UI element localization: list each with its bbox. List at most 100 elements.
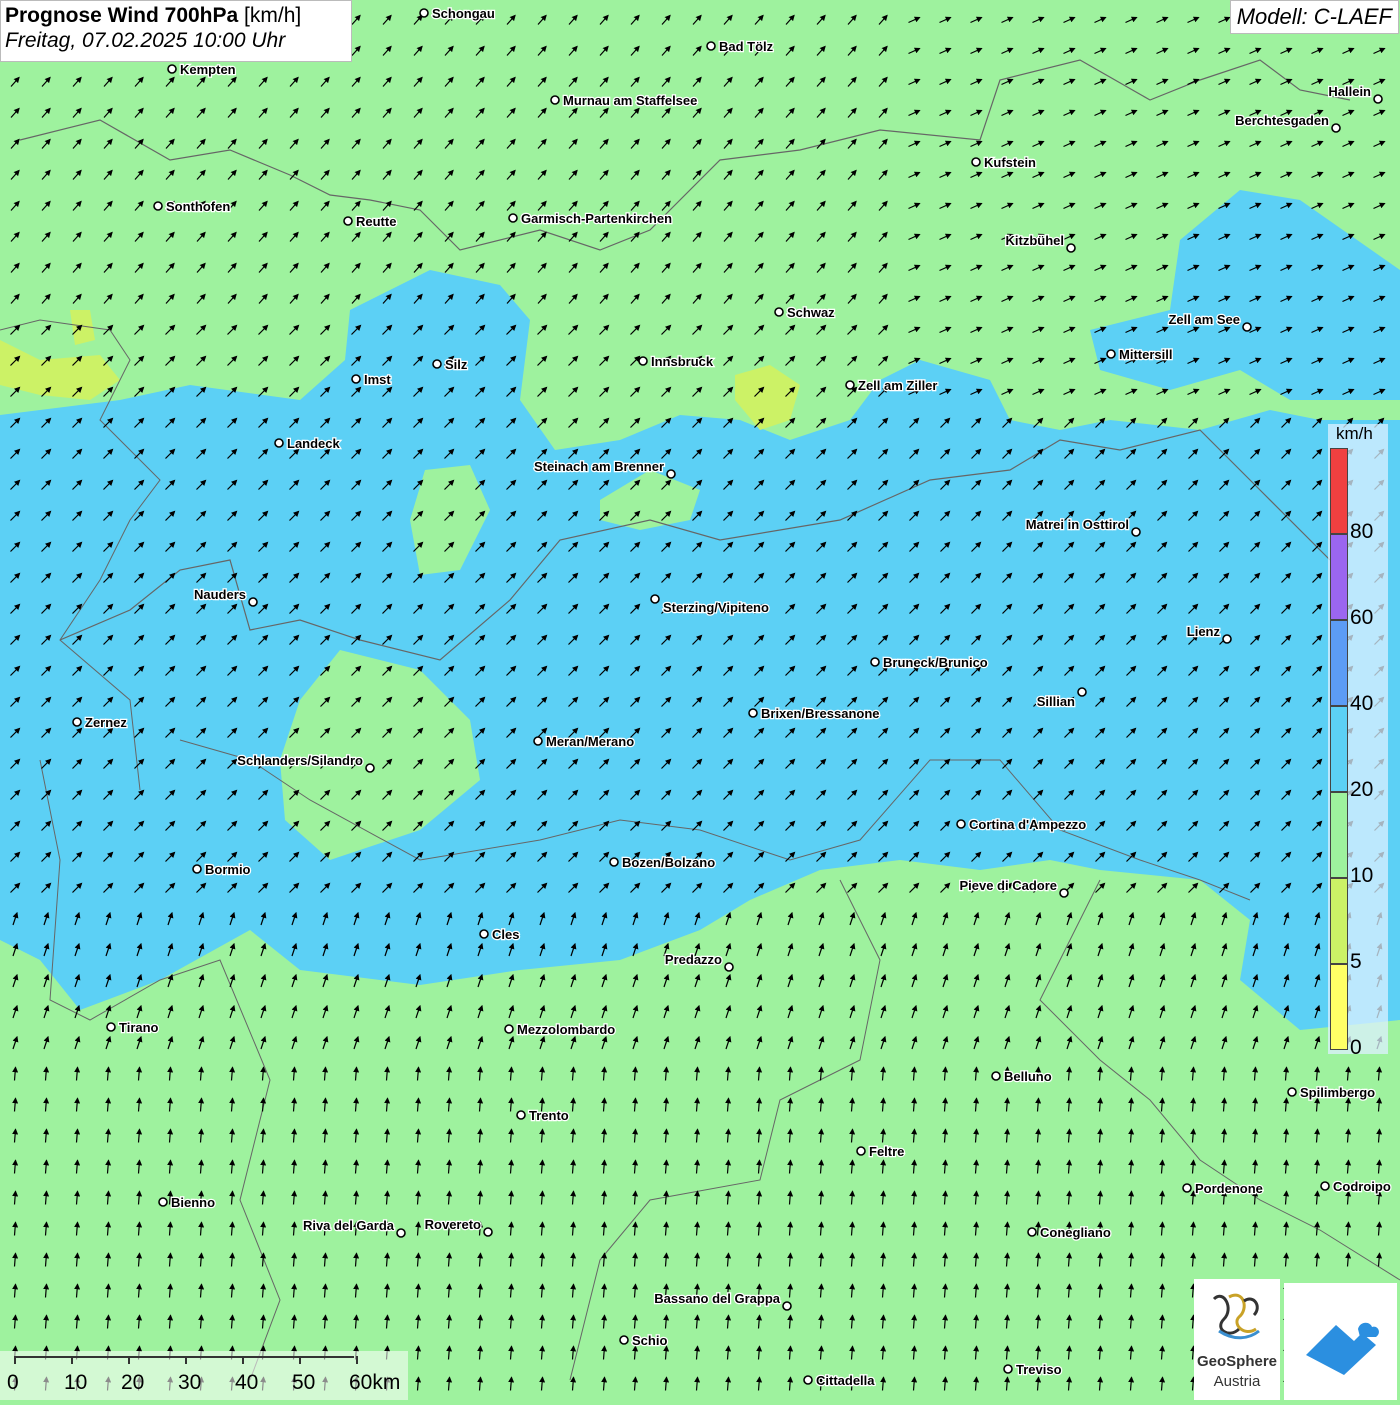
city-marker[interactable] bbox=[533, 736, 543, 746]
legend-tick-label: 40 bbox=[1350, 692, 1374, 715]
city-marker[interactable] bbox=[774, 307, 784, 317]
city-marker[interactable] bbox=[274, 438, 284, 448]
city-marker[interactable] bbox=[1331, 123, 1341, 133]
city-marker[interactable] bbox=[748, 708, 758, 718]
city-marker[interactable] bbox=[1287, 1087, 1297, 1097]
city-marker[interactable] bbox=[516, 1110, 526, 1120]
scale-label: 30 bbox=[178, 1371, 202, 1394]
geosphere-emblem-icon bbox=[1212, 1293, 1260, 1340]
city-marker[interactable] bbox=[1320, 1181, 1330, 1191]
scale-tick bbox=[71, 1356, 73, 1364]
title-unit: [km/h] bbox=[244, 4, 302, 27]
city-marker[interactable] bbox=[343, 216, 353, 226]
city-label: Belluno bbox=[1004, 1069, 1052, 1084]
city-marker[interactable] bbox=[1066, 243, 1076, 253]
map-title: Prognose Wind 700hPa [km/h] bbox=[5, 4, 347, 28]
city-marker[interactable] bbox=[845, 380, 855, 390]
city-marker[interactable] bbox=[1373, 94, 1383, 104]
city-label: Hallein bbox=[1328, 84, 1371, 99]
scale-tick bbox=[299, 1356, 301, 1364]
city-marker[interactable] bbox=[1222, 634, 1232, 644]
city-marker[interactable] bbox=[619, 1335, 629, 1345]
app-logo[interactable] bbox=[1284, 1283, 1397, 1400]
legend-color-bin bbox=[1330, 448, 1348, 534]
city-label: Trento bbox=[529, 1108, 569, 1123]
city-marker[interactable] bbox=[72, 717, 82, 727]
city-marker[interactable] bbox=[1131, 527, 1141, 537]
legend-unit: km/h bbox=[1336, 424, 1373, 443]
city-marker[interactable] bbox=[856, 1146, 866, 1156]
city-marker[interactable] bbox=[483, 1227, 493, 1237]
city-marker[interactable] bbox=[1106, 349, 1116, 359]
city-marker[interactable] bbox=[803, 1375, 813, 1385]
city-label: Bienno bbox=[171, 1195, 215, 1210]
legend-color-bin bbox=[1330, 964, 1348, 1050]
city-marker[interactable] bbox=[1059, 888, 1069, 898]
city-label: Imst bbox=[364, 372, 391, 387]
city-marker[interactable] bbox=[158, 1197, 168, 1207]
city-label: Sillian bbox=[1037, 694, 1075, 709]
city-marker[interactable] bbox=[1027, 1227, 1037, 1237]
legend-color-bin bbox=[1330, 706, 1348, 792]
legend-color-bin bbox=[1330, 878, 1348, 964]
city-marker[interactable] bbox=[192, 864, 202, 874]
city-marker[interactable] bbox=[956, 819, 966, 829]
city-label: Kitzbühel bbox=[1006, 233, 1065, 248]
city-marker[interactable] bbox=[106, 1022, 116, 1032]
scale-label: 40 bbox=[235, 1371, 259, 1394]
city-marker[interactable] bbox=[396, 1228, 406, 1238]
legend-tick-label: 60 bbox=[1350, 606, 1374, 629]
city-label: Innsbruck bbox=[651, 354, 714, 369]
city-marker[interactable] bbox=[248, 597, 258, 607]
city-marker[interactable] bbox=[419, 8, 429, 18]
city-label: Lienz bbox=[1187, 624, 1221, 639]
city-label: Berchtesgaden bbox=[1235, 113, 1329, 128]
city-marker[interactable] bbox=[1077, 687, 1087, 697]
city-marker[interactable] bbox=[706, 41, 716, 51]
city-label: Bad Tölz bbox=[719, 39, 774, 54]
city-marker[interactable] bbox=[153, 201, 163, 211]
city-label: Treviso bbox=[1016, 1362, 1062, 1377]
wind-map[interactable]: Schongau Bad Tölz Kempten Murnau am Staffel… bbox=[0, 0, 1400, 1400]
city-label: Schlanders/Silandro bbox=[237, 753, 363, 768]
city-marker[interactable] bbox=[666, 469, 676, 479]
city-marker[interactable] bbox=[479, 929, 489, 939]
city-label: Kempten bbox=[180, 62, 236, 77]
city-marker[interactable] bbox=[991, 1071, 1001, 1081]
city-marker[interactable] bbox=[550, 95, 560, 105]
city-marker[interactable] bbox=[365, 763, 375, 773]
geosphere-logo[interactable]: GeoSphere Austria bbox=[1194, 1279, 1280, 1400]
city-marker[interactable] bbox=[432, 359, 442, 369]
city-marker[interactable] bbox=[870, 657, 880, 667]
city-marker[interactable] bbox=[782, 1301, 792, 1311]
legend-tick-label: 0 bbox=[1350, 1036, 1362, 1059]
city-marker[interactable] bbox=[167, 64, 177, 74]
city-label: Bozen/Bolzano bbox=[622, 855, 715, 870]
city-label: Schongau bbox=[432, 6, 495, 21]
city-marker[interactable] bbox=[724, 962, 734, 972]
city-label: Predazzo bbox=[665, 952, 722, 967]
legend-tick-label: 5 bbox=[1350, 950, 1362, 973]
city-marker[interactable] bbox=[1182, 1183, 1192, 1193]
city-marker[interactable] bbox=[504, 1024, 514, 1034]
scale-label: 60km bbox=[349, 1371, 401, 1394]
scale-tick bbox=[356, 1356, 358, 1364]
city-label: Cortina d'Ampezzo bbox=[969, 817, 1086, 832]
city-label: Zernez bbox=[85, 715, 127, 730]
city-marker[interactable] bbox=[508, 213, 518, 223]
geosphere-country: Austria bbox=[1213, 1373, 1261, 1390]
city-marker[interactable] bbox=[650, 594, 660, 604]
city-label: Riva del Garda bbox=[303, 1218, 395, 1233]
city-marker[interactable] bbox=[351, 374, 361, 384]
city-label: Murnau am Staffelsee bbox=[563, 93, 697, 108]
city-marker[interactable] bbox=[1003, 1364, 1013, 1374]
city-label: Cles bbox=[492, 927, 519, 942]
city-marker[interactable] bbox=[1242, 322, 1252, 332]
city-label: Schio bbox=[632, 1333, 667, 1348]
city-label: Kufstein bbox=[984, 155, 1036, 170]
title-bold: Prognose Wind 700hPa bbox=[5, 4, 239, 27]
city-label: Meran/Merano bbox=[546, 734, 634, 749]
city-marker[interactable] bbox=[609, 857, 619, 867]
city-marker[interactable] bbox=[638, 356, 648, 366]
city-marker[interactable] bbox=[971, 157, 981, 167]
